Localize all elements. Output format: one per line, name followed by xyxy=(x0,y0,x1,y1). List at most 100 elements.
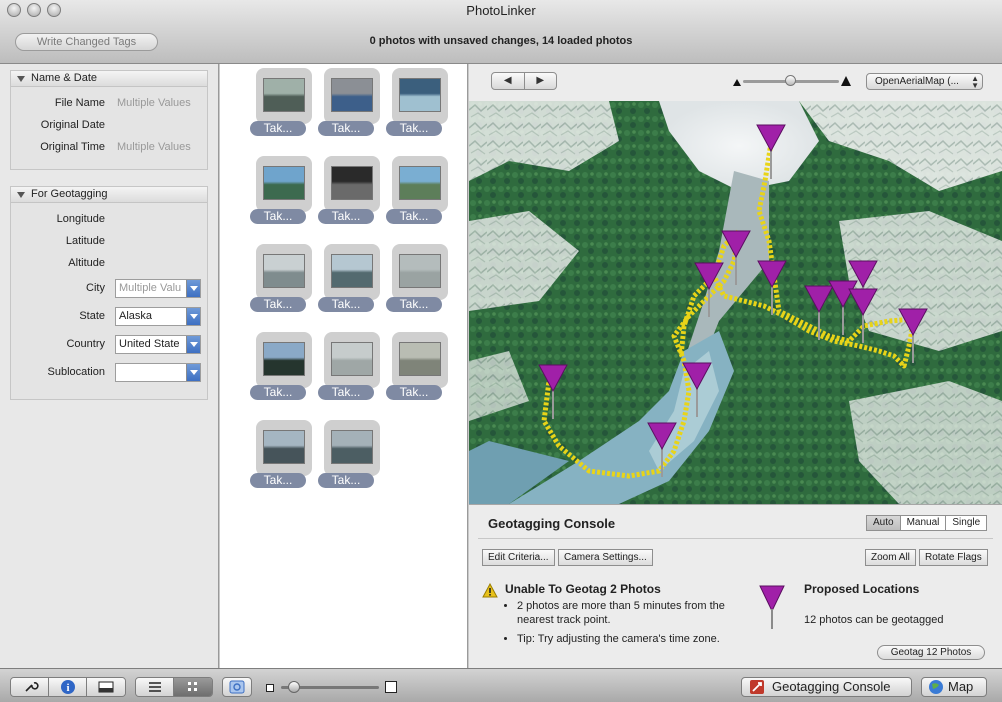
flag-marker-icon[interactable] xyxy=(848,288,878,343)
zoom-all-button[interactable]: Zoom All xyxy=(865,549,916,566)
chevron-down-icon[interactable] xyxy=(186,280,200,297)
file-name-value[interactable]: Multiple Values xyxy=(117,97,191,109)
photo-caption[interactable]: Tak... xyxy=(250,385,306,400)
photo-caption[interactable]: Tak... xyxy=(386,385,442,400)
mode-auto[interactable]: Auto xyxy=(867,516,901,530)
chevron-down-icon[interactable] xyxy=(186,308,200,325)
photo-thumbnail[interactable]: Tak... xyxy=(318,244,380,314)
photo-caption[interactable]: Tak... xyxy=(250,473,306,488)
photo-image[interactable] xyxy=(399,166,441,200)
photo-caption[interactable]: Tak... xyxy=(318,209,374,224)
name-date-header[interactable]: Name & Date xyxy=(11,71,207,87)
forward-button[interactable]: ▶ xyxy=(525,73,557,89)
photo-image[interactable] xyxy=(331,254,373,288)
photo-thumbnail[interactable]: Tak... xyxy=(318,68,380,138)
photo-image[interactable] xyxy=(399,342,441,376)
thumbnail-size-slider[interactable] xyxy=(266,681,400,693)
geotagging-header[interactable]: For Geotagging xyxy=(11,187,207,203)
photo-image[interactable] xyxy=(263,254,305,288)
photo-frame[interactable] xyxy=(324,332,380,388)
photo-caption[interactable]: Tak... xyxy=(386,209,442,224)
state-combobox[interactable]: Alaska xyxy=(115,307,201,326)
photo-caption[interactable]: Tak... xyxy=(318,385,374,400)
window-icon[interactable] xyxy=(87,678,125,696)
photo-caption[interactable]: Tak... xyxy=(318,473,374,488)
flag-marker-icon[interactable] xyxy=(538,364,568,419)
photo-image[interactable] xyxy=(331,78,373,112)
flag-marker-icon[interactable] xyxy=(721,230,751,285)
photo-image[interactable] xyxy=(331,430,373,464)
photo-frame[interactable] xyxy=(324,420,380,476)
photo-image[interactable] xyxy=(331,342,373,376)
photo-frame[interactable] xyxy=(256,420,312,476)
edit-criteria-button[interactable]: Edit Criteria... xyxy=(482,549,555,566)
photo-frame[interactable] xyxy=(324,244,380,300)
map-source-select[interactable]: OpenAerialMap (... ▲ ▼ xyxy=(866,73,983,90)
flag-marker-icon[interactable] xyxy=(898,308,928,363)
photo-frame[interactable] xyxy=(324,68,380,124)
photo-frame[interactable] xyxy=(392,68,448,124)
photo-thumbnail[interactable]: Tak... xyxy=(250,420,312,490)
photo-frame[interactable] xyxy=(392,156,448,212)
photo-image[interactable] xyxy=(399,78,441,112)
quicklook-button[interactable] xyxy=(222,677,252,697)
mode-manual[interactable]: Manual xyxy=(900,516,947,530)
photo-thumbnail[interactable]: Tak... xyxy=(318,420,380,490)
list-view-icon[interactable] xyxy=(136,678,174,696)
mode-single[interactable]: Single xyxy=(946,516,987,530)
slider-knob[interactable] xyxy=(288,681,300,693)
photo-caption[interactable]: Tak... xyxy=(250,209,306,224)
disclosure-triangle-icon[interactable] xyxy=(17,76,25,82)
country-combobox[interactable]: United State xyxy=(115,335,201,354)
photo-caption[interactable]: Tak... xyxy=(318,297,374,312)
photo-image[interactable] xyxy=(263,166,305,200)
photo-thumbnail[interactable]: Tak... xyxy=(250,68,312,138)
slider-knob[interactable] xyxy=(785,75,796,86)
map-view[interactable] xyxy=(469,101,1002,504)
photo-image[interactable] xyxy=(331,166,373,200)
photo-caption[interactable]: Tak... xyxy=(250,121,306,136)
sublocation-combobox[interactable] xyxy=(115,363,201,382)
photo-frame[interactable] xyxy=(392,332,448,388)
photo-frame[interactable] xyxy=(256,68,312,124)
photo-caption[interactable]: Tak... xyxy=(386,121,442,136)
photo-image[interactable] xyxy=(263,342,305,376)
photo-caption[interactable]: Tak... xyxy=(250,297,306,312)
photo-thumbnail[interactable]: Tak... xyxy=(250,244,312,314)
flag-marker-icon[interactable] xyxy=(647,422,677,477)
wrench-icon[interactable] xyxy=(11,678,49,696)
photo-thumbnail[interactable]: Tak... xyxy=(250,156,312,226)
flag-marker-icon[interactable] xyxy=(694,262,724,317)
photo-thumbnail[interactable]: Tak... xyxy=(386,156,448,226)
photo-image[interactable] xyxy=(263,430,305,464)
photo-caption[interactable]: Tak... xyxy=(318,121,374,136)
photo-frame[interactable] xyxy=(324,156,380,212)
photo-thumbnail[interactable]: Tak... xyxy=(386,332,448,402)
photo-thumbnail[interactable]: Tak... xyxy=(318,156,380,226)
photo-image[interactable] xyxy=(263,78,305,112)
photo-caption[interactable]: Tak... xyxy=(386,297,442,312)
flag-marker-icon[interactable] xyxy=(757,260,787,315)
photo-thumbnail[interactable]: Tak... xyxy=(250,332,312,402)
map-button[interactable]: Map xyxy=(921,677,987,697)
photo-frame[interactable] xyxy=(256,244,312,300)
back-button[interactable]: ◀ xyxy=(492,73,525,89)
camera-settings-button[interactable]: Camera Settings... xyxy=(558,549,653,566)
geotagging-console-button[interactable]: Geotagging Console xyxy=(741,677,912,697)
disclosure-triangle-icon[interactable] xyxy=(17,192,25,198)
city-combobox[interactable]: Multiple Valu xyxy=(115,279,201,298)
chevron-down-icon[interactable] xyxy=(186,364,200,381)
photo-frame[interactable] xyxy=(392,244,448,300)
geotag-photos-button[interactable]: Geotag 12 Photos xyxy=(877,645,985,660)
photo-frame[interactable] xyxy=(256,156,312,212)
flag-marker-icon[interactable] xyxy=(804,285,834,340)
photo-image[interactable] xyxy=(399,254,441,288)
photo-frame[interactable] xyxy=(256,332,312,388)
map-zoom-slider[interactable] xyxy=(731,74,851,88)
photo-thumbnail[interactable]: Tak... xyxy=(386,68,448,138)
grid-view-icon[interactable] xyxy=(174,678,212,696)
flag-marker-icon[interactable] xyxy=(756,124,786,179)
info-icon[interactable]: i xyxy=(49,678,87,696)
original-time-value[interactable]: Multiple Values xyxy=(117,141,191,153)
rotate-flags-button[interactable]: Rotate Flags xyxy=(919,549,988,566)
